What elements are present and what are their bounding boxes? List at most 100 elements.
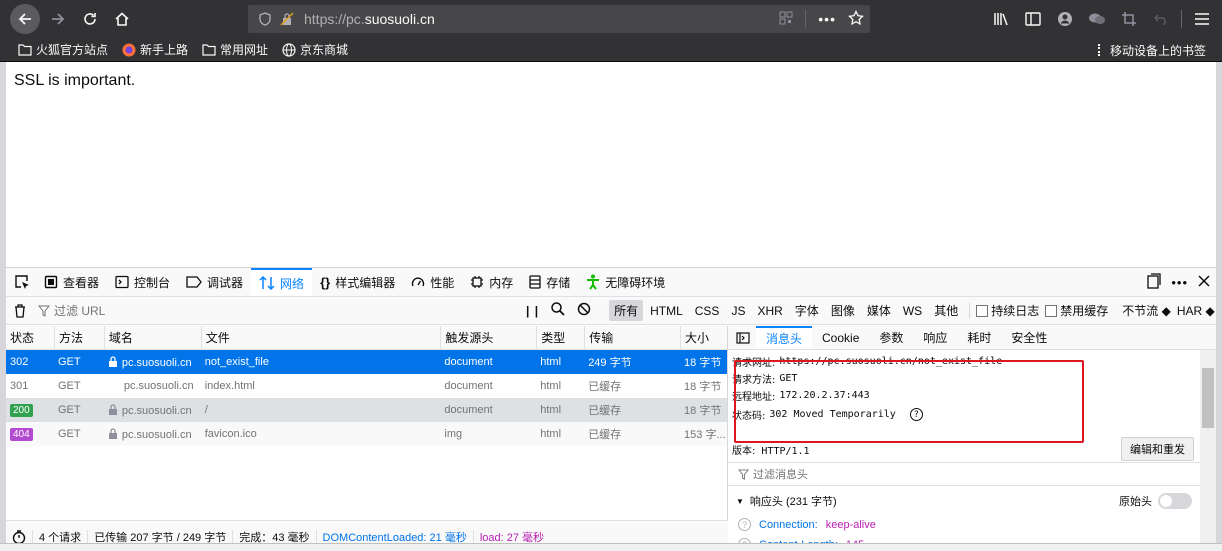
sidebar-icon[interactable] <box>1021 7 1045 31</box>
undo-icon[interactable] <box>1149 7 1173 31</box>
tab-response[interactable]: 响应 <box>913 326 957 349</box>
col-domain[interactable]: 域名 <box>103 326 201 349</box>
filter-headers-input[interactable]: 过滤消息头 <box>728 462 1200 486</box>
tab-inspector[interactable]: 查看器 <box>36 268 107 296</box>
dock-icon[interactable] <box>1147 272 1161 292</box>
file-cell: index.html <box>204 380 255 392</box>
trash-icon <box>15 303 25 318</box>
close-devtools-icon[interactable] <box>1198 274 1210 290</box>
disable-cache-checkbox[interactable]: 禁用缓存 <box>1045 302 1108 319</box>
tab-label: 控制台 <box>134 275 171 290</box>
tab-headers[interactable]: 消息头 <box>756 326 813 349</box>
filter-type-images[interactable]: 图像 <box>826 300 860 321</box>
clear-button[interactable] <box>6 303 34 318</box>
filter-type-all[interactable]: 所有 <box>609 300 644 321</box>
bookmark-jd[interactable]: 京东商城 <box>282 41 348 58</box>
har-menu[interactable]: HAR ◆ <box>1177 304 1215 318</box>
raw-headers-toggle[interactable]: 原始头 <box>1119 493 1192 509</box>
col-size[interactable]: 大小 <box>680 326 727 349</box>
col-transferred[interactable]: 传输 <box>584 326 680 349</box>
checkbox-label: 持续日志 <box>991 304 1040 318</box>
pause-icon[interactable]: | | <box>526 304 539 318</box>
filter-type-ws[interactable]: WS <box>898 302 927 320</box>
memory-icon <box>471 276 484 288</box>
filter-type-html[interactable]: HTML <box>645 302 688 320</box>
tab-cookies[interactable]: Cookie <box>812 326 869 349</box>
filter-url-input[interactable]: 过滤 URL <box>34 302 522 319</box>
col-type[interactable]: 类型 <box>536 326 584 349</box>
filter-type-js[interactable]: JS <box>726 302 750 320</box>
response-headers-section[interactable]: ▼ 响应头 (231 字节) 原始头 <box>728 490 1200 512</box>
reload-button[interactable] <box>76 5 104 33</box>
tab-security[interactable]: 安全性 <box>1001 326 1057 349</box>
tab-memory[interactable]: 内存 <box>462 268 521 296</box>
back-button[interactable] <box>10 4 40 34</box>
bookmark-star-icon[interactable] <box>848 9 864 29</box>
tab-params[interactable]: 参数 <box>869 326 913 349</box>
home-button[interactable] <box>108 5 136 33</box>
url-bar[interactable]: https://pc.suosuoli.cn ••• <box>248 5 870 33</box>
table-row[interactable]: 302 GET pc.suosuoli.cn not_exist_file do… <box>6 350 727 374</box>
bookmark-firefox-official[interactable]: 火狐官方站点 <box>18 41 108 58</box>
persist-logs-checkbox[interactable]: 持续日志 <box>976 302 1039 319</box>
lock-icon <box>108 355 117 367</box>
tab-style-editor[interactable]: {} 样式编辑器 <box>312 268 403 296</box>
table-row[interactable]: 200 GET pc.suosuoli.cn / document html 已… <box>6 398 727 422</box>
account-icon[interactable] <box>1053 7 1077 31</box>
page-actions-icon[interactable]: ••• <box>818 11 836 27</box>
col-status[interactable]: 状态 <box>6 326 54 349</box>
tab-accessibility[interactable]: 无障碍环境 <box>578 268 673 296</box>
cause-cell: document <box>444 404 493 416</box>
checkbox-box[interactable] <box>976 304 989 317</box>
tab-console[interactable]: 控制台 <box>107 268 178 296</box>
toggle-switch[interactable] <box>1158 493 1192 509</box>
crop-extension-icon[interactable] <box>1117 7 1141 31</box>
chat-extension-icon[interactable] <box>1085 7 1109 31</box>
col-cause[interactable]: 触发源头 <box>440 326 536 349</box>
shield-icon[interactable] <box>256 10 274 28</box>
help-icon[interactable]: ? <box>738 518 751 531</box>
details-scrollbar[interactable] <box>1200 350 1216 551</box>
transferred-cell: 249 字节 <box>588 357 632 369</box>
toggle-label: 原始头 <box>1119 496 1152 508</box>
col-file[interactable]: 文件 <box>200 326 441 349</box>
element-picker-button[interactable] <box>6 268 36 296</box>
method-cell: GET <box>57 404 81 416</box>
edit-resend-button[interactable]: 编辑和重发 <box>1121 437 1194 461</box>
perf-analysis-button[interactable] <box>6 529 32 544</box>
search-icon[interactable] <box>551 302 565 319</box>
block-icon[interactable] <box>577 302 591 319</box>
filter-type-css[interactable]: CSS <box>690 302 725 320</box>
library-icon[interactable] <box>989 7 1013 31</box>
bookmark-common-sites[interactable]: 常用网址 <box>202 41 268 58</box>
forward-button[interactable] <box>44 5 72 33</box>
tab-performance[interactable]: 性能 <box>403 268 462 296</box>
menu-icon[interactable] <box>1190 7 1214 31</box>
filter-type-fonts[interactable]: 字体 <box>790 300 824 321</box>
filter-type-media[interactable]: 媒体 <box>862 300 896 321</box>
tab-debugger[interactable]: 调试器 <box>178 268 251 296</box>
annotation-highlight-box <box>734 360 1084 443</box>
qr-code-icon[interactable] <box>779 11 793 28</box>
toggle-panel-button[interactable] <box>728 326 756 349</box>
globe-icon <box>282 42 296 57</box>
table-row[interactable]: 301 GET pc.suosuoli.cn index.html docume… <box>6 374 727 398</box>
type-cell: html <box>540 428 562 440</box>
domain-cell: pc.suosuoli.cn <box>104 427 201 441</box>
table-row[interactable]: 404 GET pc.suosuoli.cn favicon.ico img h… <box>6 422 727 446</box>
mobile-bookmarks[interactable]: 移动设备上的书签 <box>1097 38 1206 62</box>
col-method[interactable]: 方法 <box>53 326 104 349</box>
tab-storage[interactable]: 存储 <box>521 268 578 296</box>
insecure-lock-icon[interactable] <box>278 10 296 28</box>
scrollbar-thumb[interactable] <box>1202 368 1214 428</box>
tab-timings[interactable]: 耗时 <box>957 326 1001 349</box>
filter-type-other[interactable]: 其他 <box>929 300 963 321</box>
throttle-select[interactable]: 不节流 ◆ <box>1122 302 1171 319</box>
tab-network[interactable]: 网络 <box>251 268 313 296</box>
bookmark-getting-started[interactable]: 新手上路 <box>122 41 188 58</box>
more-options-icon[interactable]: ••• <box>1171 275 1188 290</box>
checkbox-box[interactable] <box>1045 304 1058 317</box>
transferred-cell: 已缓存 <box>588 381 622 393</box>
header-value: keep-alive <box>825 518 876 531</box>
filter-type-xhr[interactable]: XHR <box>752 302 787 320</box>
